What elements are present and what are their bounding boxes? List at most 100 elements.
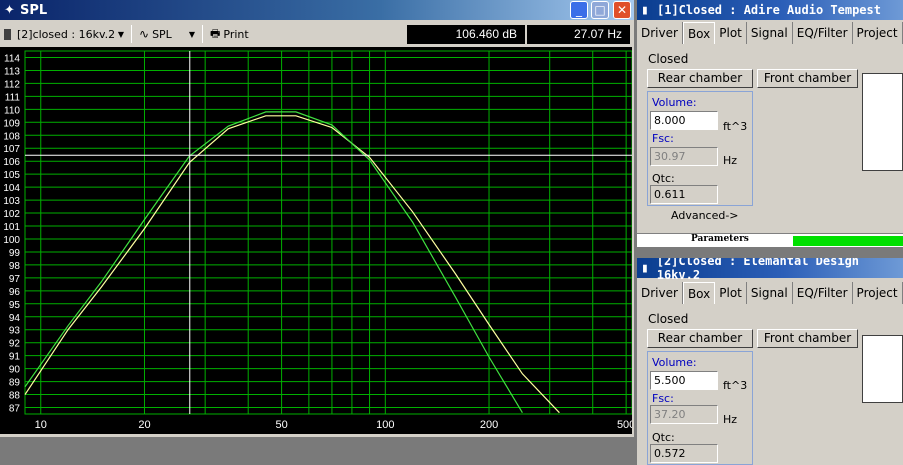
y-tick-label: 114 (4, 53, 20, 64)
driver-select-value: [2]closed : 16kv.2 (17, 27, 116, 41)
readout-hz: 27.07 Hz (527, 25, 630, 44)
y-tick-label: 90 (9, 365, 21, 376)
toolbar-separator (202, 25, 203, 43)
tab-plot[interactable]: Plot (715, 22, 747, 44)
volume-unit: ft^3 (723, 379, 748, 392)
y-tick-label: 101 (3, 222, 20, 233)
chevron-down-icon: ▼ (188, 29, 195, 39)
sixteen-title: [2]Closed : Elemantal Design 16kv.2 (656, 258, 860, 282)
y-tick-label: 112 (4, 79, 20, 90)
x-tick-label: 10 (35, 419, 47, 431)
waveform-icon: ∿ (139, 27, 150, 41)
spl-window-icon: ✦ (4, 2, 15, 18)
y-tick-label: 93 (9, 326, 21, 337)
maximize-button[interactable]: □ (591, 1, 609, 19)
print-button[interactable]: 🖶 Print (206, 24, 253, 44)
qtc-field: 0.572 (650, 444, 718, 463)
y-tick-label: 95 (9, 300, 21, 311)
driver-window-icon: ▮ (641, 2, 649, 18)
qtc-field: 0.611 (650, 185, 718, 204)
sixteen-titlebar[interactable]: ▮ [2]Closed : Elemantal Design 16kv.2 (637, 258, 903, 282)
y-tick-label: 107 (3, 144, 20, 155)
status-label: Parameters (691, 234, 749, 244)
tab-signal[interactable]: Signal (747, 282, 793, 304)
qtc-label: Qtc: (652, 172, 675, 185)
y-tick-label: 106 (3, 157, 20, 168)
y-tick-label: 92 (9, 339, 21, 350)
y-tick-label: 98 (9, 261, 21, 272)
box-preview (862, 335, 903, 403)
fsc-unit: Hz (723, 154, 738, 167)
fsc-label: Fsc: (652, 392, 674, 405)
tempest-titlebar[interactable]: ▮ [1]Closed : Adire Audio Tempest (637, 0, 903, 20)
driver-window-icon: ▮ (641, 260, 649, 276)
print-label: Print (223, 27, 249, 41)
spl-plot[interactable]: 114 113 112 111 110 109 108 107 106 105 104 103 102 1… (0, 47, 634, 434)
tab-project[interactable]: Project (853, 22, 903, 44)
tab-box[interactable]: Box (682, 22, 716, 44)
volume-field[interactable]: 5.500 (650, 371, 718, 390)
tab-box[interactable]: Box (682, 282, 716, 304)
sixteen-window: ▮ [2]Closed : Elemantal Design 16kv.2 Dr… (637, 258, 903, 465)
y-tick-label: 111 (5, 92, 21, 103)
status-progress (793, 236, 903, 246)
y-tick-label: 99 (9, 248, 21, 259)
toolbar-separator (131, 25, 132, 43)
y-tick-label: 102 (3, 209, 20, 220)
front-chamber-button[interactable]: Front chamber (757, 69, 858, 88)
tab-driver[interactable]: Driver (637, 22, 683, 44)
y-tick-label: 113 (4, 66, 20, 77)
y-tick-label: 87 (9, 404, 21, 415)
tempest-window: ▮ [1]Closed : Adire Audio Tempest Driver… (637, 0, 903, 247)
tempest-title: [1]Closed : Adire Audio Tempest (657, 3, 881, 17)
tab-project[interactable]: Project (853, 282, 903, 304)
tab-eq-filter[interactable]: EQ/Filter (793, 282, 853, 304)
box-type-label: Closed (648, 312, 689, 326)
minimize-button[interactable]: _ (570, 1, 588, 19)
y-tick-label: 88 (9, 391, 21, 402)
front-chamber-button[interactable]: Front chamber (757, 329, 858, 348)
x-tick-label: 100 (376, 419, 394, 431)
tempest-tabs: Driver Box Plot Signal EQ/Filter Project (637, 22, 903, 44)
printer-icon: 🖶 (210, 26, 221, 40)
qtc-label: Qtc: (652, 431, 675, 444)
box-type-label: Closed (648, 52, 689, 66)
volume-label: Volume: (652, 96, 697, 109)
y-tick-label: 89 (9, 378, 21, 389)
y-tick-label: 110 (4, 105, 20, 116)
advanced-button[interactable]: Advanced-> (671, 209, 739, 222)
x-tick-label: 500 (617, 419, 632, 431)
y-tick-label: 97 (9, 274, 21, 285)
spl-graph-label: SPL (152, 27, 172, 41)
box-preview (862, 73, 903, 171)
status-bar: Parameters (637, 233, 903, 247)
fsc-label: Fsc: (652, 132, 674, 145)
tab-signal[interactable]: Signal (747, 22, 793, 44)
fsc-field: 30.97 (650, 147, 718, 166)
chevron-down-icon: ▼ (117, 29, 124, 39)
x-tick-label: 50 (275, 419, 287, 431)
y-tick-label: 94 (9, 313, 21, 324)
volume-field[interactable]: 8.000 (650, 111, 718, 130)
volume-unit: ft^3 (723, 120, 748, 133)
tab-eq-filter[interactable]: EQ/Filter (793, 22, 853, 44)
spl-chart: 114 113 112 111 110 109 108 107 106 105 104 103 102 1… (3, 50, 634, 431)
y-tick-label: 100 (3, 235, 20, 246)
tab-driver[interactable]: Driver (637, 282, 683, 304)
driver-icon (4, 28, 11, 40)
y-tick-label: 108 (3, 131, 20, 142)
plot-area (24, 50, 633, 415)
tab-plot[interactable]: Plot (715, 282, 747, 304)
rear-chamber-button[interactable]: Rear chamber (647, 69, 753, 88)
spl-titlebar[interactable]: ✦ SPL (0, 0, 634, 20)
rear-chamber-button[interactable]: Rear chamber (647, 329, 753, 348)
spl-graph-select[interactable]: ∿ SPL ▼ (135, 24, 199, 44)
fsc-field: 37.20 (650, 405, 718, 424)
driver-select[interactable]: [2]closed : 16kv.2 ▼ (0, 24, 128, 44)
y-tick-label: 109 (3, 118, 20, 129)
x-tick-label: 20 (138, 419, 150, 431)
y-tick-label: 91 (9, 352, 21, 363)
spl-window: ✦ SPL _ □ ✕ [2]closed : 16kv.2 ▼ ∿ SPL ▼… (0, 0, 634, 437)
close-button[interactable]: ✕ (613, 1, 631, 19)
readout-db: 106.460 dB (407, 25, 525, 44)
